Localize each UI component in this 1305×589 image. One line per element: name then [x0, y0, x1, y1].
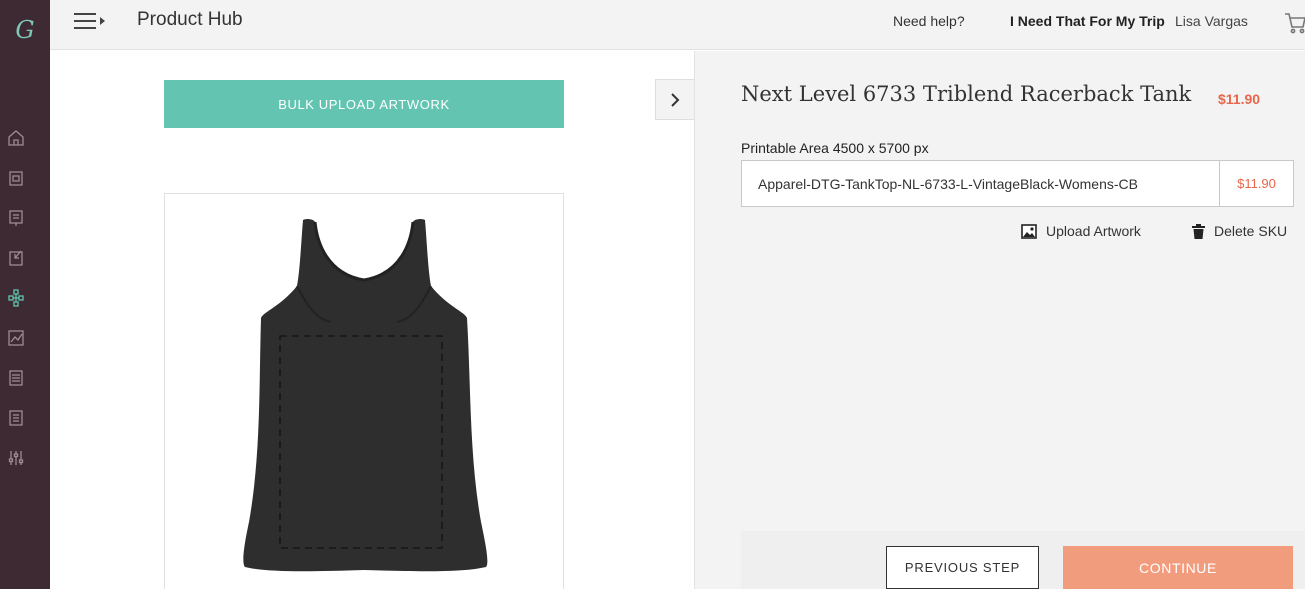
orders-icon[interactable] [7, 169, 25, 187]
store-selector[interactable]: I Need That For My Trip [1010, 13, 1165, 29]
upload-artwork-link[interactable]: Upload Artwork [1021, 223, 1141, 239]
reports-icon[interactable] [7, 409, 25, 427]
bulk-upload-artwork-button[interactable]: BULK UPLOAD ARTWORK [164, 80, 564, 128]
import-icon[interactable] [7, 249, 25, 267]
help-link[interactable]: Need help? [893, 13, 965, 29]
continue-button[interactable]: CONTINUE [1063, 546, 1293, 589]
menu-toggle-icon[interactable] [74, 11, 108, 31]
home-icon[interactable] [7, 129, 25, 147]
settings-icon[interactable] [7, 449, 25, 467]
sku-name: Apparel-DTG-TankTop-NL-6733-L-VintageBla… [758, 175, 1138, 192]
top-bar: Product Hub Need help? I Need That For M… [50, 0, 1305, 50]
integrations-icon[interactable] [7, 289, 25, 307]
upload-artwork-label: Upload Artwork [1046, 223, 1141, 239]
product-price: $11.90 [1218, 91, 1261, 107]
trash-icon [1192, 223, 1205, 239]
logo-letter: G [15, 16, 35, 44]
left-nav-rail: G [0, 0, 50, 589]
user-menu[interactable]: Lisa Vargas [1175, 13, 1248, 29]
image-icon [1021, 223, 1037, 239]
previous-step-button[interactable]: PREVIOUS STEP [886, 546, 1039, 589]
delete-sku-label: Delete SKU [1214, 223, 1288, 239]
product-title: Next Level 6733 Triblend Racerback Tank [741, 82, 1192, 106]
sku-price: $11.90 [1219, 161, 1293, 206]
product-details-pane: Next Level 6733 Triblend Racerback Tank … [694, 51, 1305, 589]
sku-row[interactable]: Apparel-DTG-TankTop-NL-6733-L-VintageBla… [741, 160, 1294, 207]
artwork-preview-pane: BULK UPLOAD ARTWORK [50, 51, 694, 589]
chevron-right-icon[interactable] [655, 79, 694, 120]
brand-logo[interactable]: G [0, 10, 50, 50]
catalog-icon[interactable] [7, 209, 25, 227]
billing-icon[interactable] [7, 369, 25, 387]
cart-icon[interactable] [1283, 11, 1305, 35]
product-mockup [164, 193, 564, 589]
tank-top-image [243, 218, 488, 572]
delete-sku-link[interactable]: Delete SKU [1192, 223, 1287, 239]
analytics-icon[interactable] [7, 329, 25, 347]
printable-area-label: Printable Area 4500 x 5700 px [741, 140, 929, 156]
page-title: Product Hub [137, 9, 243, 30]
